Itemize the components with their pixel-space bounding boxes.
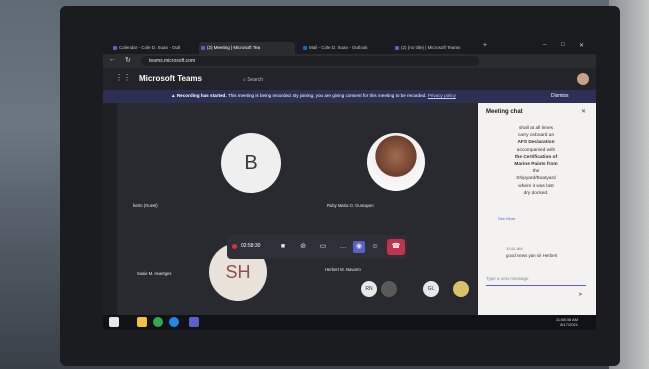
close-icon[interactable]: ✕ [581,108,586,115]
edge-icon[interactable] [169,317,179,327]
people-icon[interactable]: ☺ [369,241,381,253]
maximize-icon[interactable]: □ [561,42,565,48]
file-explorer-icon[interactable] [137,317,147,327]
participant-name: Ruby Maria O. Gumapon [327,203,374,208]
tab-calendar[interactable]: Calendar - Cole D. Suan - Outl [111,42,201,54]
windows-taskbar: 11:58:38 AM 8/17/2021 [103,315,596,330]
hang-up-button[interactable]: ☎ [387,239,405,255]
windows-start-icon[interactable] [109,317,119,327]
teams-icon[interactable] [189,317,199,327]
participant-name: berto (Guest) [133,203,158,208]
address-bar-row: ← ↻ teams.microsoft.com [103,54,596,68]
search-input[interactable]: ⌕ Search [243,77,263,83]
mic-off-icon[interactable]: ⊘ [297,241,309,253]
privacy-policy-link[interactable]: Privacy policy [428,93,456,98]
mini-avatar-photo [453,281,469,297]
participant-name: Susie M. Huertges [137,271,172,276]
chat-reply: good news yan sir Herbert [506,253,558,258]
mini-avatar-photo [381,281,397,297]
share-screen-icon[interactable]: ▭ [317,241,329,253]
recording-dot-icon [232,244,237,249]
url-input[interactable]: teams.microsoft.com [141,56,479,66]
see-more-link[interactable]: See More [498,216,515,221]
avatar[interactable] [577,73,589,85]
tab-mail[interactable]: Mail - Cole D. Suan - Outlook [301,42,391,54]
meeting-chat-panel: Meeting chat ✕ shall at all times carry … [478,103,596,315]
app-title: Microsoft Teams [139,74,202,83]
system-clock: 11:58:38 AM 8/17/2021 [555,317,578,327]
chat-icon[interactable]: ◉ [353,241,365,253]
app-launcher-icon[interactable]: ⋮⋮ [115,73,131,82]
send-icon[interactable]: ➤ [578,291,583,298]
meeting-stage: B berto (Guest) Ruby Maria O. Gumapon SH… [117,103,477,315]
back-icon[interactable]: ← [109,56,116,63]
mini-avatar: RN [361,281,377,297]
more-actions-icon[interactable]: … [337,241,349,253]
new-tab-icon[interactable]: + [483,42,487,49]
message-timestamp: 11:51 AM [506,246,523,251]
tab-no-title[interactable]: (2) (no title) | Microsoft Teams [393,42,485,54]
call-controls: 02:58:30 ■ ⊘ ▭ … ◉ ☺ ☎ [227,235,407,259]
browser-tab-bar: Calendar - Cole D. Suan - Outl (2) Meeti… [103,40,596,54]
laptop-screen: Calendar - Cole D. Suan - Outl (2) Meeti… [103,40,596,330]
camera-icon[interactable]: ■ [277,241,289,253]
call-timer: 02:58:30 [241,243,261,249]
minimize-icon[interactable]: – [543,42,546,48]
participant-avatar-b: B [221,133,281,193]
chrome-icon[interactable] [153,317,163,327]
dismiss-button[interactable]: Dismiss [551,93,569,99]
recording-banner: ▲ Recording has started. This meeting is… [103,90,596,103]
participant-photo [367,133,425,191]
reload-icon[interactable]: ↻ [125,56,131,64]
teams-header: ⋮⋮ Microsoft Teams ⌕ Search [103,68,596,90]
mini-avatar: GL [423,281,439,297]
chat-message: shall at all times carry onboard an AFS … [514,126,558,196]
chat-title: Meeting chat [486,109,523,115]
tab-meeting[interactable]: (2) Meeting | Microsoft Tea [199,42,295,54]
recording-notice: ▲ Recording has started. This meeting is… [171,93,456,98]
message-input[interactable]: Type a new message [486,273,586,286]
close-window-icon[interactable]: ✕ [579,42,584,49]
participant-name: Herbert M. Navarro [325,267,361,272]
